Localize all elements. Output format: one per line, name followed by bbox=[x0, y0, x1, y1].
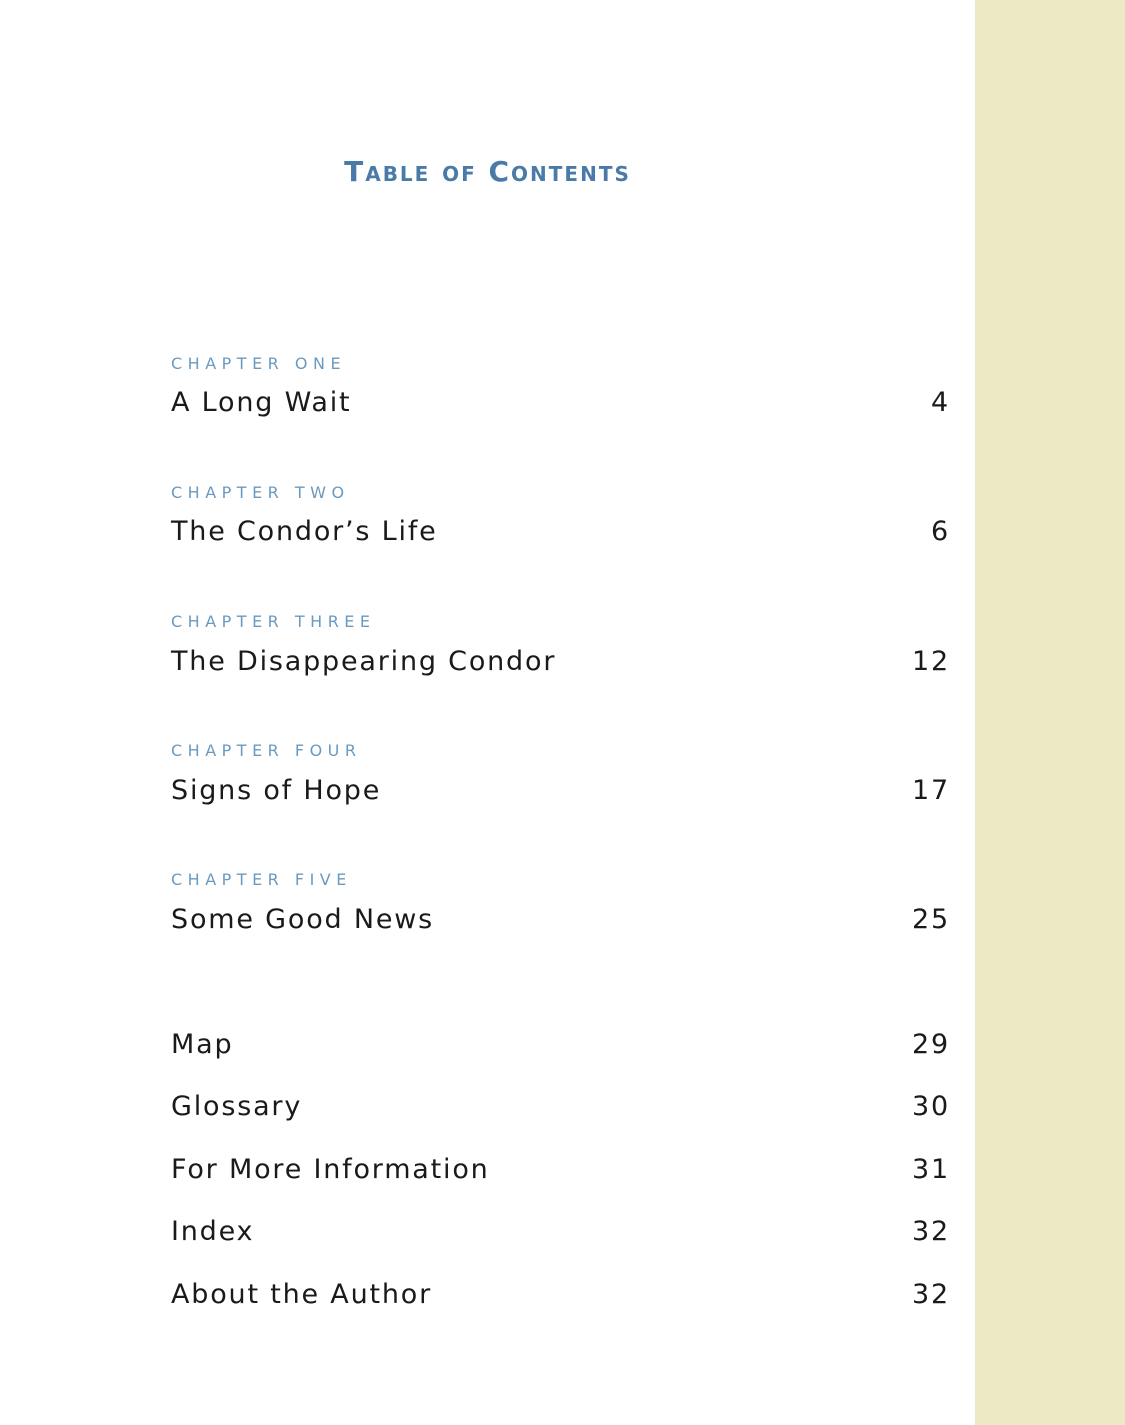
back-matter-page-number[interactable]: 29 bbox=[912, 1025, 950, 1065]
chapter-title[interactable]: Some Good News bbox=[171, 900, 434, 940]
chapter-title[interactable]: Signs of Hope bbox=[171, 771, 381, 811]
chapter-page-number[interactable]: 17 bbox=[912, 771, 950, 811]
back-matter-title[interactable]: Glossary bbox=[171, 1087, 302, 1127]
chapter-label: CHAPTER FIVE bbox=[171, 870, 352, 889]
back-matter-title[interactable]: Index bbox=[171, 1212, 254, 1252]
back-matter-page-number[interactable]: 32 bbox=[912, 1212, 950, 1252]
chapter-label: CHAPTER ONE bbox=[171, 354, 347, 373]
side-band bbox=[975, 0, 1125, 1425]
page-title: Table of Contents bbox=[344, 155, 631, 188]
back-matter-title[interactable]: About the Author bbox=[171, 1275, 432, 1315]
back-matter-title[interactable]: Map bbox=[171, 1025, 233, 1065]
chapter-page-number[interactable]: 25 bbox=[912, 900, 950, 940]
chapter-label: CHAPTER TWO bbox=[171, 483, 350, 502]
back-matter-page-number[interactable]: 31 bbox=[912, 1150, 950, 1190]
chapter-label: CHAPTER THREE bbox=[171, 612, 376, 631]
chapter-page-number[interactable]: 12 bbox=[912, 642, 950, 682]
chapter-title[interactable]: The Disappearing Condor bbox=[171, 642, 556, 682]
back-matter-page-number[interactable]: 30 bbox=[912, 1087, 950, 1127]
chapter-title[interactable]: A Long Wait bbox=[171, 383, 351, 423]
chapter-page-number[interactable]: 6 bbox=[931, 512, 950, 552]
chapter-page-number[interactable]: 4 bbox=[931, 383, 950, 423]
back-matter-title[interactable]: For More Information bbox=[171, 1150, 490, 1190]
chapter-title[interactable]: The Condor’s Life bbox=[171, 512, 438, 552]
back-matter-page-number[interactable]: 32 bbox=[912, 1275, 950, 1315]
chapter-label: CHAPTER FOUR bbox=[171, 741, 362, 760]
